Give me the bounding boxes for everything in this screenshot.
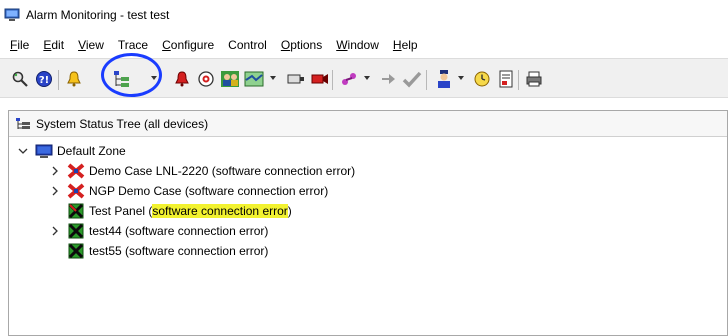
tree-node-label: NGP Demo Case (software connection error… — [89, 184, 329, 198]
monitor-app-icon — [4, 7, 20, 23]
camera-icon[interactable] — [310, 69, 330, 89]
menu-options-mnemonic: O — [280, 38, 291, 52]
chevron-right-icon[interactable] — [49, 165, 61, 177]
tree-node-label: Demo Case LNL-2220 (software connection … — [89, 164, 356, 178]
globe-icon[interactable] — [196, 69, 216, 89]
guard-dropdown-icon[interactable] — [458, 76, 464, 80]
menu-options[interactable]: Options — [281, 38, 322, 52]
badge-icon[interactable]: ?! — [34, 69, 54, 89]
menu-window[interactable]: Window — [336, 38, 379, 52]
menu-view-label: iew — [85, 38, 104, 52]
svg-text:?!: ?! — [39, 75, 49, 86]
map-icon[interactable] — [244, 69, 264, 89]
tree-node[interactable]: NGP Demo Case (software connection error… — [49, 181, 328, 201]
menu-configure-mnemonic: C — [162, 38, 171, 52]
tree-node-label: test55 (software connection error) — [89, 244, 269, 258]
window-title: Alarm Monitoring - test test — [26, 8, 170, 22]
menu-window-label: indow — [347, 38, 379, 52]
find-icon[interactable] — [10, 69, 30, 89]
system-tree-icon — [15, 117, 31, 131]
menu-configure[interactable]: Configure — [162, 38, 214, 52]
report-icon[interactable] — [496, 69, 516, 89]
tree-node[interactable]: Test Panel (software connection error) — [49, 201, 292, 221]
monitor-zone-icon — [35, 143, 53, 159]
menu-control-label: Control — [228, 38, 267, 52]
checkmark-icon[interactable] — [402, 69, 422, 89]
tree-node-label-suffix: ) — [287, 204, 292, 218]
menu-trace-label: Trace — [117, 38, 149, 52]
tree-node[interactable]: Demo Case LNL-2220 (software connection … — [49, 161, 355, 181]
menu-help[interactable]: Help — [393, 38, 418, 52]
people-icon[interactable] — [220, 69, 240, 89]
menu-control[interactable]: Control — [228, 38, 267, 52]
reader-icon[interactable] — [286, 69, 306, 89]
alarm-bell-icon[interactable] — [64, 69, 84, 89]
toolbar: ?! — [0, 58, 728, 98]
toolbar-separator — [426, 70, 427, 90]
menu-configure-label: onfigure — [170, 38, 215, 52]
menu-help-mnemonic: H — [392, 38, 402, 52]
menu-options-label: ptions — [290, 38, 323, 52]
system-tree-icon[interactable] — [112, 69, 132, 89]
output-icon[interactable] — [378, 69, 398, 89]
menu-file[interactable]: File — [10, 38, 29, 52]
system-status-tree: Default Zone Demo Case LNL-2220 (softwar… — [9, 137, 727, 335]
toolbar-separator — [518, 70, 519, 90]
menu-window-mnemonic: W — [336, 38, 348, 52]
panel-disconnected-icon — [67, 223, 85, 239]
menu-edit[interactable]: Edit — [43, 38, 64, 52]
tree-node-label: test44 (software connection error) — [89, 224, 269, 238]
menu-trace[interactable]: Trace — [118, 38, 148, 52]
guard-icon[interactable] — [434, 69, 454, 89]
link-dropdown-icon[interactable] — [364, 76, 370, 80]
chevron-right-icon[interactable] — [49, 225, 61, 237]
panel-disconnected-icon — [67, 203, 85, 219]
tree-root-label: Default Zone — [57, 144, 126, 158]
panel-error-icon — [67, 163, 85, 179]
tree-node[interactable]: test44 (software connection error) — [49, 221, 268, 241]
tree-node[interactable]: test55 (software connection error) — [49, 241, 268, 261]
toolbar-separator — [332, 70, 333, 90]
panel-error-icon — [67, 183, 85, 199]
panel-disconnected-icon — [67, 243, 85, 259]
menu-file-label: ile — [17, 38, 30, 52]
tree-root-default-zone[interactable]: Default Zone — [17, 141, 126, 161]
chevron-down-icon[interactable] — [17, 145, 29, 157]
toolbar-separator — [58, 70, 59, 90]
clock-icon[interactable] — [472, 69, 492, 89]
tree-node-label-prefix: Test Panel ( — [89, 204, 153, 218]
system-status-tree-panel: System Status Tree (all devices) Default… — [8, 110, 728, 336]
alarm-red-icon[interactable] — [172, 69, 192, 89]
panel-header: System Status Tree (all devices) — [9, 111, 727, 137]
menu-view[interactable]: View — [78, 38, 104, 52]
system-tree-dropdown-icon[interactable] — [151, 76, 157, 80]
panel-title: System Status Tree (all devices) — [36, 116, 209, 131]
menu-edit-label: dit — [51, 38, 65, 52]
menu-view-mnemonic: V — [78, 38, 86, 52]
menu-bar: File Edit View Trace Configure Control O… — [0, 34, 728, 56]
map-dropdown-icon[interactable] — [270, 76, 276, 80]
print-icon[interactable] — [524, 69, 544, 89]
title-bar: Alarm Monitoring - test test — [0, 0, 728, 30]
chevron-right-icon[interactable] — [49, 185, 61, 197]
menu-help-label: elp — [401, 38, 418, 52]
highlighted-error-text: software connection error — [152, 204, 288, 218]
link-icon[interactable] — [340, 69, 360, 89]
